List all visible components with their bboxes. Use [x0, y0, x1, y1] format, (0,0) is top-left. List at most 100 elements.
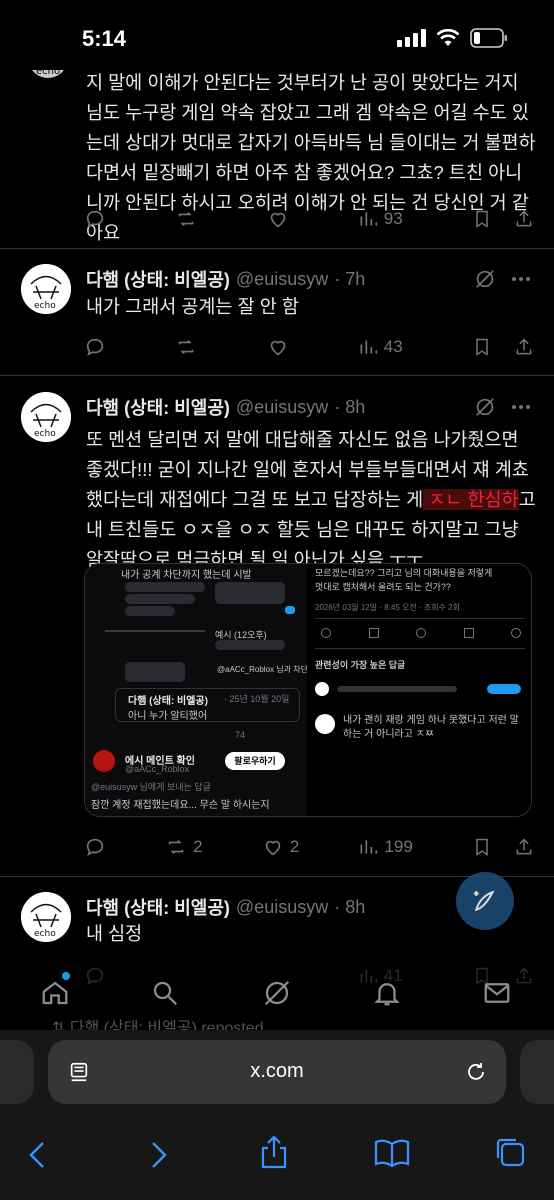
- views-count: 43: [383, 337, 403, 356]
- handle[interactable]: @euisusyw: [236, 269, 328, 290]
- reply-button[interactable]: [84, 836, 106, 858]
- retweet-button[interactable]: [175, 208, 197, 230]
- search-icon: [153, 981, 178, 1006]
- svg-text:echo: echo: [34, 301, 56, 311]
- retweet-button[interactable]: [175, 336, 197, 358]
- compose-button[interactable]: [456, 872, 514, 930]
- tab-home[interactable]: [40, 972, 70, 1013]
- image-text: 모르겠는데요?? 그리고 님의 대화내용을 저렇게: [315, 568, 493, 578]
- divider: [0, 248, 554, 249]
- like-button[interactable]: [267, 336, 289, 358]
- follow-button: 팔로우하기: [225, 752, 285, 770]
- bookmarks-button[interactable]: [374, 1138, 410, 1173]
- image-right-panel: 모르겠는데요?? 그리고 님의 대화내용을 저렇게 멋대로 캡처해서 올려도 되…: [307, 564, 531, 816]
- quote-name: 다햄 (상태: 비엘공): [128, 696, 208, 707]
- tab-grok[interactable]: [262, 978, 292, 1013]
- quote-card: 다햄 (상태: 비엘공) · 25년 10월 20일 아니 누가 알티했어: [115, 688, 300, 722]
- image-text: 내가 공계 차단까지 했는데 시발: [121, 570, 252, 581]
- right-reply-text: 내가 괜히 재랑 게임 하나 못했다고 저런 말하는 거 아니라고 ㅈㅉ: [343, 715, 519, 740]
- timestamp[interactable]: · 7h: [334, 269, 365, 290]
- reply-to: @euisusyw 님에게 보내는 답글: [91, 782, 211, 792]
- grok-icon[interactable]: [474, 396, 496, 418]
- signal-icon: [397, 29, 426, 47]
- reply-button[interactable]: [84, 336, 106, 358]
- like-button[interactable]: [267, 208, 289, 230]
- reply-button[interactable]: [84, 965, 106, 987]
- home-icon: [42, 981, 68, 1005]
- display-name[interactable]: 다햄 (상태: 비엘공): [86, 894, 230, 920]
- tabs-button[interactable]: [494, 1136, 526, 1173]
- display-name[interactable]: 다햄 (상태: 비엘공): [86, 266, 230, 292]
- handle[interactable]: @euisusyw: [236, 397, 328, 418]
- timestamp[interactable]: · 8h: [334, 897, 365, 918]
- status-bar: 5:14: [0, 0, 554, 70]
- post-header: 다햄 (상태: 비엘공) @euisusyw · 8h: [86, 394, 365, 420]
- reload-icon[interactable]: [464, 1060, 488, 1084]
- retweet-button[interactable]: 2: [165, 836, 203, 858]
- avatar: [93, 750, 115, 772]
- bookmark-icon[interactable]: [472, 208, 492, 230]
- tabs-icon: [496, 1138, 525, 1167]
- divider: [0, 375, 554, 376]
- like-count: 2: [289, 837, 300, 856]
- share-icon[interactable]: [514, 836, 534, 858]
- previous-tab-peek[interactable]: [0, 1040, 34, 1104]
- image-left-panel: 내가 공계 차단까지 했는데 시발 예시 (12오후) @aACc_Roblox…: [85, 564, 323, 816]
- battery-icon: [470, 28, 508, 48]
- retweet-count: 2: [193, 837, 203, 856]
- share-icon[interactable]: [514, 336, 534, 358]
- book-icon: [374, 1139, 410, 1168]
- grok-icon[interactable]: [474, 268, 496, 290]
- svg-text:echo: echo: [34, 429, 56, 439]
- views-button[interactable]: 93: [358, 209, 403, 229]
- reply-button[interactable]: [84, 208, 106, 230]
- compose-icon: [473, 890, 495, 912]
- back-button[interactable]: [26, 1140, 50, 1175]
- relevance-label: 관련성이 가장 높은 답글: [315, 660, 406, 670]
- share-button[interactable]: [258, 1134, 290, 1175]
- post-header: 다햄 (상태: 비엘공) @euisusyw · 8h: [86, 894, 365, 920]
- post-actions: 43: [84, 335, 534, 359]
- handle[interactable]: @euisusyw: [236, 897, 328, 918]
- bell-icon: [374, 983, 400, 1006]
- url-text: x.com: [250, 1060, 304, 1082]
- share-icon: [261, 1135, 287, 1169]
- post-text: 또 멘션 달리면 저 말에 대답해줄 자신도 없음 나가줬으면 좋겠다!!! 굳…: [86, 425, 536, 575]
- post-image[interactable]: 내가 공계 차단까지 했는데 시발 예시 (12오후) @aACc_Roblox…: [84, 563, 532, 817]
- bookmark-icon[interactable]: [472, 336, 492, 358]
- grok-icon: [264, 980, 290, 1006]
- avatar[interactable]: echo: [21, 892, 71, 942]
- views-count: 199: [384, 837, 413, 856]
- chevron-right-icon: [152, 1142, 167, 1168]
- forward-button[interactable]: [146, 1140, 170, 1175]
- tab-notifications[interactable]: [372, 978, 402, 1013]
- views-count: 93: [383, 209, 403, 228]
- image-text: 멋대로 캡처해서 올려도 되는 건가??: [315, 582, 451, 592]
- post-text: 내가 그래서 공계는 잘 안 함: [86, 296, 299, 317]
- mail-icon: [484, 983, 510, 1003]
- post-actions: 93: [84, 207, 534, 231]
- share-icon[interactable]: [514, 965, 534, 987]
- more-icon[interactable]: [512, 277, 530, 281]
- views-button[interactable]: 199: [358, 837, 413, 857]
- share-icon[interactable]: [514, 208, 534, 230]
- bookmark-icon[interactable]: [472, 836, 492, 858]
- display-name[interactable]: 다햄 (상태: 비엘공): [86, 394, 230, 420]
- quote-text: 아니 누가 알티했어: [128, 711, 208, 722]
- quote-views: 74: [235, 730, 246, 740]
- timestamp[interactable]: · 8h: [334, 397, 365, 418]
- tab-messages[interactable]: [482, 978, 512, 1013]
- like-button[interactable]: 2: [262, 836, 299, 858]
- more-icon[interactable]: [512, 405, 530, 409]
- next-tab-peek[interactable]: [520, 1040, 554, 1104]
- status-icons: [397, 28, 508, 48]
- avatar[interactable]: echo: [21, 392, 71, 442]
- address-bar[interactable]: x.com: [48, 1040, 506, 1104]
- image-date: 2026년 03월 12일 · 8:45 오전 · 조회수 2회: [315, 603, 460, 612]
- tab-search[interactable]: [150, 978, 180, 1013]
- avatar[interactable]: echo: [21, 264, 71, 314]
- quote-time: · 25년 10월 20일: [224, 694, 290, 704]
- post-header-right: [474, 396, 530, 418]
- chevron-left-icon: [29, 1142, 44, 1168]
- views-button[interactable]: 43: [358, 337, 403, 357]
